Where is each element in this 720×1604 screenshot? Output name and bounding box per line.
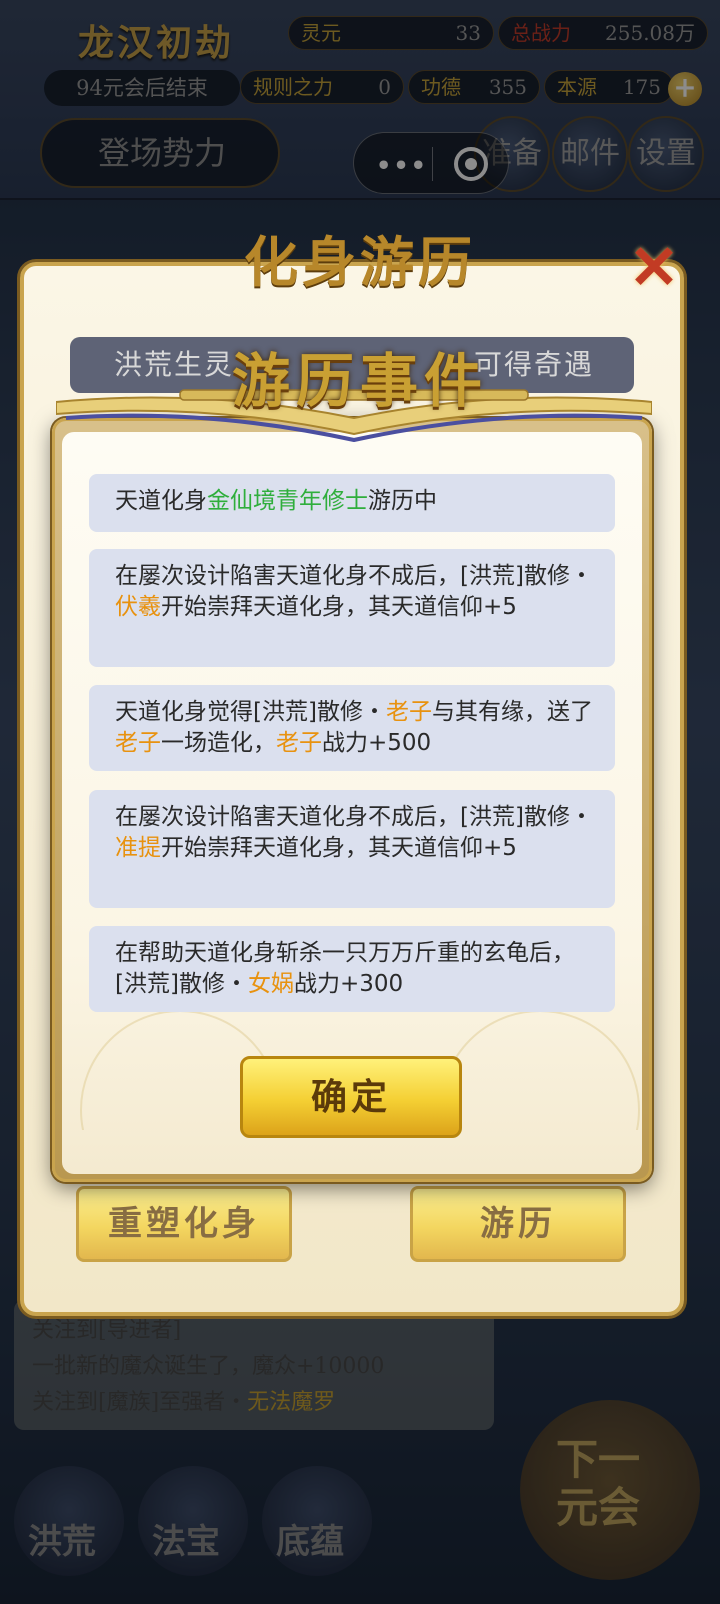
- confirm-button[interactable]: 确定: [240, 1056, 462, 1138]
- event-card: 在屡次设计陷害天道化身不成后，[洪荒]散修・准提开始崇拜天道化身，其天道信仰+5: [89, 790, 615, 908]
- event-text: 天道化身觉得[洪荒]散修・: [115, 699, 386, 725]
- character-name: 伏羲: [115, 594, 161, 620]
- event-text: 开始崇拜天道化身，其天道信仰+5: [161, 594, 517, 620]
- reshape-avatar-button[interactable]: 重塑化身: [76, 1186, 292, 1262]
- event-text: 战力+300: [293, 971, 404, 997]
- event-card: 在屡次设计陷害天道化身不成后，[洪荒]散修・伏羲开始崇拜天道化身，其天道信仰+5: [89, 549, 615, 667]
- character-name: 老子: [115, 730, 161, 756]
- event-text: 天道化身: [115, 488, 207, 514]
- event-text: 战力+500: [322, 730, 432, 756]
- event-text: 开始崇拜天道化身，其天道信仰+5: [161, 835, 517, 861]
- character-name: 老子: [385, 699, 432, 725]
- event-text: 一场造化，: [161, 730, 276, 756]
- character-name: 老子: [276, 730, 322, 756]
- close-icon[interactable]: ✕: [622, 236, 686, 300]
- event-modal-title: 游历事件: [231, 347, 488, 415]
- character-name: 准提: [115, 835, 161, 861]
- event-card: 在帮助天道化身斩杀一只万万斤重的玄龟后，[洪荒]散修・女娲战力+300: [89, 926, 615, 1012]
- event-text: 与其有缘，送了: [431, 699, 593, 725]
- event-text: 在屡次设计陷害天道化身不成后，[洪荒]散修・: [115, 563, 593, 589]
- travel-button[interactable]: 游历: [410, 1186, 626, 1262]
- event-card: 天道化身金仙境青年修士游历中: [89, 474, 615, 532]
- event-card: 天道化身觉得[洪荒]散修・老子与其有缘，送了老子一场造化，老子战力+500: [89, 685, 615, 771]
- character-name: 女娲: [247, 971, 294, 997]
- travel-modal-title: 化身游历: [244, 230, 476, 294]
- event-text: 游历中: [368, 488, 437, 514]
- event-text: 在屡次设计陷害天道化身不成后，[洪荒]散修・: [115, 804, 593, 830]
- avatar-identity: 金仙境青年修士: [207, 488, 368, 514]
